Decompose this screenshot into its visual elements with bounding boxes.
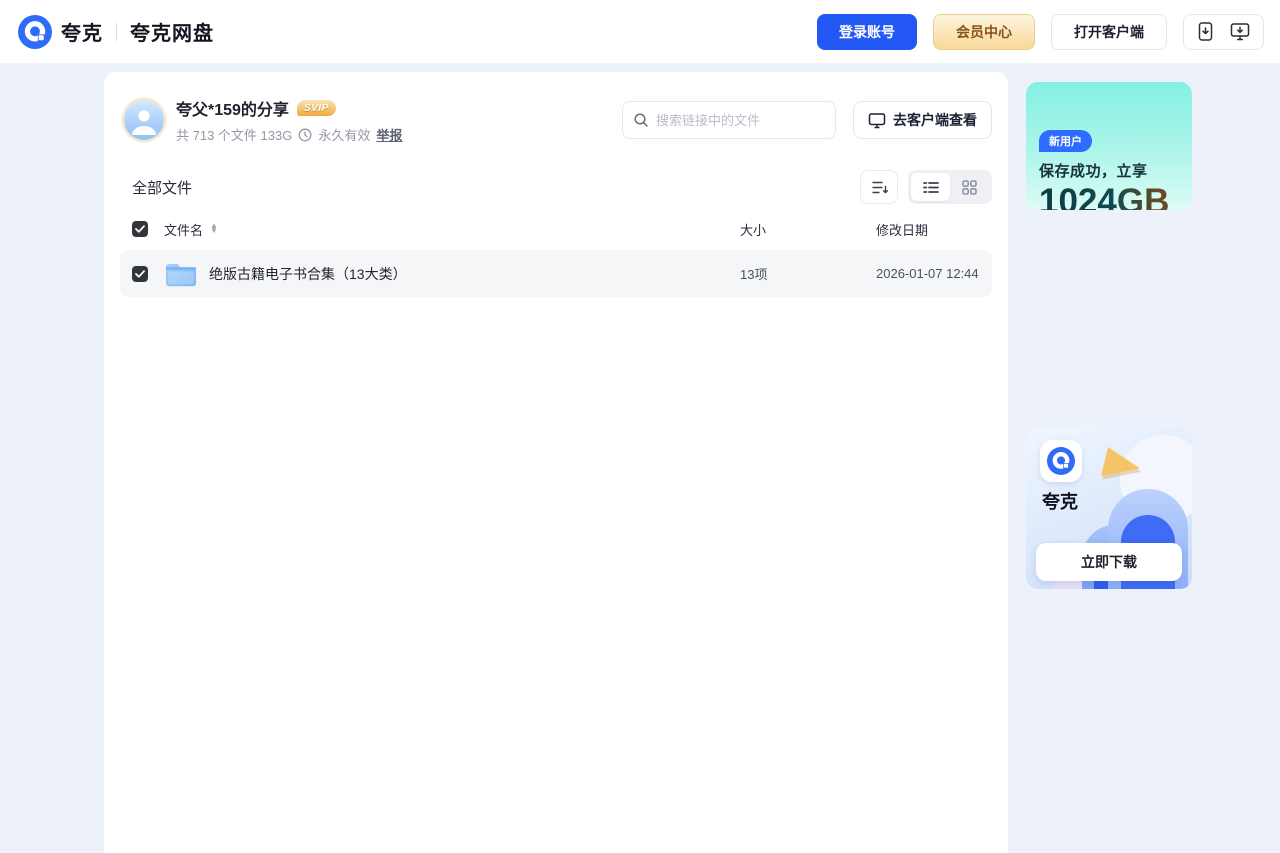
share-title: 夸父*159的分享 [176, 102, 289, 119]
avatar [124, 100, 164, 140]
list-view-segment[interactable] [911, 173, 950, 201]
top-navbar: 夸克 夸克网盘 登录账号 会员中心 打开客户端 [0, 0, 1280, 64]
grid-view-segment[interactable] [950, 173, 989, 201]
search-box [622, 101, 836, 139]
share-summary: 共 713 个文件 133G [176, 128, 293, 143]
report-link[interactable]: 举报 [376, 125, 402, 144]
view-in-client-label: 去客户端查看 [893, 112, 977, 128]
svip-badge: SVIP [296, 100, 336, 116]
promo-storage-amount: 1024GB [1039, 184, 1169, 210]
table-row[interactable]: 绝版古籍电子书合集（13大类） 13项 2026-01-07 12:44 [120, 250, 992, 297]
view-mode-toggle [908, 170, 992, 204]
sort-desc-icon: ▼ [210, 226, 218, 235]
app-download-promo-card[interactable]: 夸克 立即下载 [1026, 427, 1192, 589]
grid-view-icon [962, 179, 977, 195]
validity-clock-icon [298, 128, 312, 142]
desktop-download-icon[interactable] [1230, 22, 1250, 41]
phone-download-icon[interactable] [1197, 22, 1214, 41]
search-icon [633, 112, 649, 128]
view-in-client-button[interactable]: 去客户端查看 [853, 101, 992, 139]
sort-lines-icon [871, 180, 888, 195]
brand-name: 夸克 [61, 23, 103, 45]
row-checkbox[interactable] [132, 265, 148, 282]
vip-center-button[interactable]: 会员中心 [933, 13, 1035, 50]
open-client-button[interactable]: 打开客户端 [1051, 13, 1167, 50]
new-user-badge: 新用户 [1039, 130, 1092, 152]
file-date: 2026-01-07 12:44 [876, 266, 979, 281]
app-name: 夸克 [1042, 492, 1078, 512]
file-size: 13项 [740, 267, 768, 282]
list-view-icon [922, 181, 939, 194]
brand-divider [116, 22, 117, 41]
file-table-header: 文件名 ▲ ▼ 大小 修改日期 [120, 208, 992, 250]
brand-product-name: 夸克网盘 [130, 23, 214, 45]
select-all-checkbox[interactable] [132, 221, 148, 237]
brand[interactable]: 夸克 夸克网盘 [18, 14, 214, 49]
monitor-icon [868, 112, 886, 129]
new-user-promo-card[interactable]: 新用户 保存成功，立享 1024GB [1026, 82, 1192, 210]
validity-text: 永久有效 [318, 128, 371, 143]
column-date-label: 修改日期 [876, 222, 929, 238]
section-title-all-files: 全部文件 [132, 179, 193, 197]
login-button[interactable]: 登录账号 [817, 13, 917, 50]
promo-headline: 保存成功，立享 [1039, 163, 1148, 180]
download-now-button[interactable]: 立即下载 [1036, 543, 1182, 581]
share-content-panel: 夸父*159的分享 SVIP 共 713 个文件 133G 永久有效 举报 搜索… [104, 72, 1008, 853]
folder-icon [164, 260, 198, 288]
search-input[interactable] [656, 112, 825, 128]
column-size-label: 大小 [740, 222, 767, 238]
column-name-label: 文件名 [164, 222, 204, 238]
file-name[interactable]: 绝版古籍电子书合集（13大类） [209, 264, 407, 284]
sort-order-button[interactable] [860, 170, 898, 204]
share-header: 夸父*159的分享 SVIP 共 713 个文件 133G 永久有效 举报 搜索… [104, 72, 1008, 144]
download-apps-group [1183, 13, 1264, 50]
quark-app-icon [1040, 440, 1082, 482]
quark-logo-icon [18, 14, 52, 49]
name-sort-control[interactable]: ▲ ▼ [210, 222, 218, 235]
